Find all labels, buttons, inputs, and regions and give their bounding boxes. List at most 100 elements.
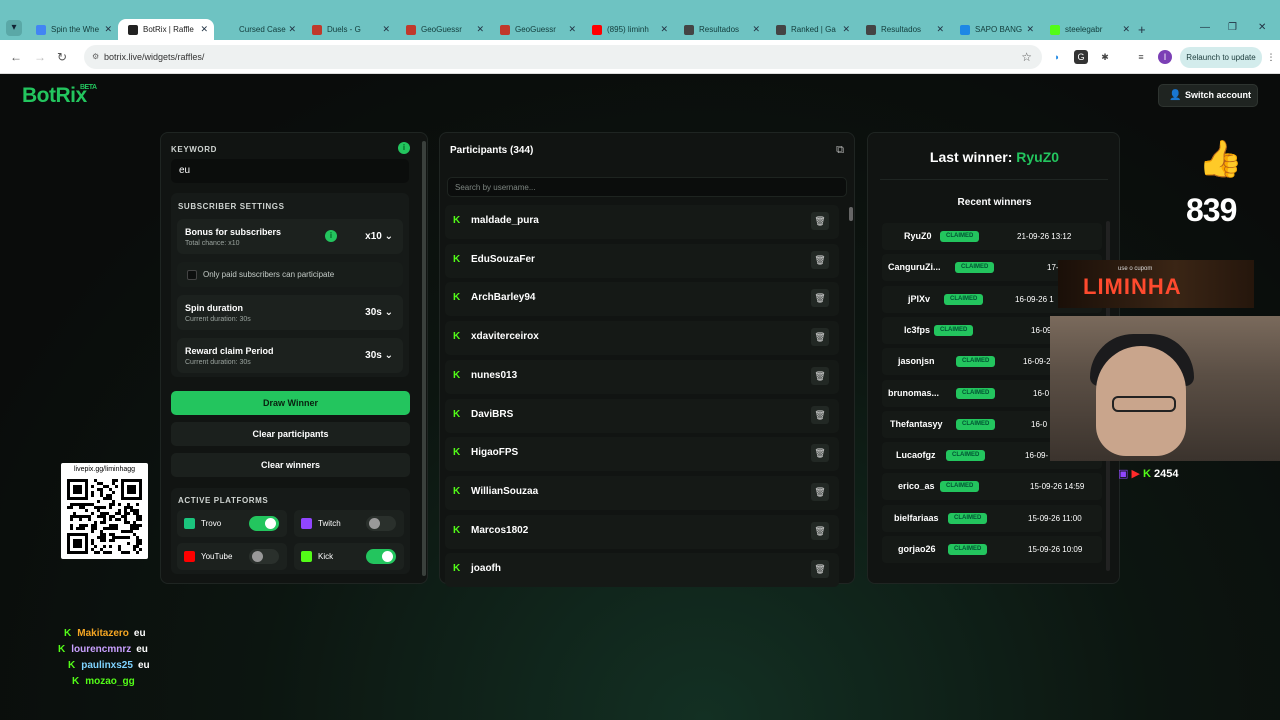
close-tab-icon[interactable]: ✕ — [936, 24, 944, 35]
close-tab-icon[interactable]: ✕ — [1026, 24, 1034, 35]
platform-toggle[interactable] — [366, 549, 396, 564]
browser-tab[interactable]: Spin the Whe ✕ — [26, 19, 118, 40]
close-tab-icon[interactable]: ✕ — [382, 24, 390, 35]
participant-search-input[interactable]: Search by username... — [447, 177, 847, 197]
copy-icon[interactable]: ⧉ — [836, 144, 844, 157]
bookmark-star-icon[interactable]: ☆ — [1021, 45, 1032, 69]
close-tab-icon[interactable]: ✕ — [752, 24, 760, 35]
winner-name: erico_as — [898, 481, 935, 492]
forward-icon[interactable]: → — [34, 50, 46, 64]
close-window-icon[interactable]: ✕ — [1258, 22, 1266, 33]
minimize-icon[interactable]: — — [1200, 22, 1210, 33]
participant-name: EduSouzaFer — [471, 253, 535, 265]
claimed-badge: CLAIMED — [948, 512, 988, 524]
winner-name: bielfariaas — [894, 512, 939, 523]
participants-title: Participants (344) — [450, 145, 534, 156]
platform-toggle[interactable] — [366, 516, 396, 531]
participant-name: maldade_pura — [471, 215, 539, 226]
tab-favicon-icon — [312, 24, 322, 35]
platform-toggle[interactable] — [249, 516, 279, 531]
reward-claim-dropdown[interactable]: 30s ⌄ — [365, 350, 393, 361]
back-icon[interactable]: ← — [10, 50, 22, 64]
bonus-dropdown[interactable]: x10 ⌄ — [365, 231, 393, 242]
claimed-badge: CLAIMED — [934, 324, 974, 336]
tab-label: Resultados — [881, 25, 922, 34]
browser-tab[interactable]: SAPO BANG ✕ — [950, 19, 1040, 40]
participant-row: K WillianSouzaa 🗑 — [445, 475, 839, 510]
kick-icon: K — [453, 331, 461, 343]
delete-icon[interactable]: 🗑 — [811, 521, 829, 540]
close-tab-icon[interactable]: ✕ — [104, 24, 112, 35]
close-tab-icon[interactable]: ✕ — [842, 24, 850, 35]
extensions-puzzle-icon[interactable]: ✱ — [1098, 50, 1112, 64]
delete-icon[interactable]: 🗑 — [811, 444, 829, 463]
browser-tab[interactable]: (895) liminh ✕ — [582, 19, 674, 40]
delete-icon[interactable]: 🗑 — [811, 560, 829, 579]
browser-tab[interactable]: GeoGuessr ✕ — [490, 19, 582, 40]
toggle-knob — [265, 518, 276, 529]
tab-label: BotRix | Raffle — [143, 25, 194, 34]
browser-menu-icon[interactable]: ⋮ — [1264, 50, 1278, 64]
browser-tab[interactable]: GeoGuessr ✕ — [396, 19, 490, 40]
browser-tab[interactable]: Cursed Case ✕ — [214, 19, 302, 40]
delete-icon[interactable]: 🗑 — [811, 289, 829, 308]
tab-favicon-icon — [776, 24, 786, 35]
participant-name: joaofh — [471, 563, 501, 575]
claimed-badge: CLAIMED — [956, 356, 996, 368]
participants-scrollbar[interactable] — [849, 207, 853, 221]
close-tab-icon[interactable]: ✕ — [1122, 24, 1130, 35]
extension-g-icon[interactable]: G — [1074, 50, 1088, 64]
raffle-settings-panel: KEYWORD i eu SUBSCRIBER SETTINGS Bonus f… — [160, 132, 428, 584]
new-tab-icon[interactable]: + — [1138, 22, 1146, 37]
spin-duration-dropdown[interactable]: 30s ⌄ — [365, 307, 393, 318]
claimed-badge: CLAIMED — [948, 544, 988, 555]
delete-icon[interactable]: 🗑 — [811, 405, 829, 424]
twitch-icon: ▣ — [1118, 468, 1129, 480]
botrix-logo[interactable]: BotRix BETA — [22, 84, 97, 108]
close-tab-icon[interactable]: ✕ — [660, 24, 668, 35]
switch-account-button[interactable]: 👤 Switch account — [1158, 84, 1258, 107]
close-tab-icon[interactable]: ✕ — [476, 24, 484, 35]
site-info-icon[interactable]: ⚙ — [92, 45, 99, 69]
participant-row: K ArchBarley94 🗑 — [445, 282, 839, 317]
settings-scrollbar[interactable] — [422, 141, 426, 576]
bonus-info-icon[interactable]: i — [325, 230, 337, 242]
browser-tab[interactable]: Duels - G ✕ — [302, 19, 396, 40]
browser-tab[interactable]: Resultados ✕ — [674, 19, 766, 40]
profile-avatar-icon[interactable]: I — [1158, 50, 1172, 64]
clear-winners-button[interactable]: Clear winners — [171, 453, 410, 477]
maximize-icon[interactable]: ❐ — [1228, 22, 1237, 33]
delete-icon[interactable]: 🗑 — [811, 328, 829, 347]
extension-audio-icon[interactable]: ◗ — [1050, 50, 1064, 64]
participant-name: xdaviterceirox — [471, 331, 539, 343]
delete-icon[interactable]: 🗑 — [811, 250, 829, 269]
reload-icon[interactable]: ↻ — [57, 50, 67, 64]
relaunch-button[interactable]: Relaunch to update — [1180, 47, 1262, 68]
tab-favicon-icon — [406, 24, 416, 35]
tab-favicon-icon — [36, 24, 46, 35]
delete-icon[interactable]: 🗑 — [811, 482, 829, 501]
delete-icon[interactable]: 🗑 — [811, 212, 829, 230]
winner-date: 16-09- — [1025, 451, 1049, 461]
tab-search-icon[interactable]: ▾ — [6, 20, 22, 36]
keyword-input[interactable]: eu — [171, 159, 409, 183]
info-icon[interactable]: i — [398, 142, 410, 154]
chat-text: eu — [136, 644, 148, 655]
browser-tab[interactable]: steelegabr ✕ — [1040, 19, 1136, 40]
close-tab-icon[interactable]: ✕ — [568, 24, 576, 35]
kick-icon: K — [453, 563, 461, 575]
platform-toggle[interactable] — [249, 549, 279, 564]
delete-icon[interactable]: 🗑 — [811, 366, 829, 385]
paid-only-row[interactable]: Only paid subscribers can participate — [177, 262, 403, 287]
close-tab-icon[interactable]: ✕ — [288, 24, 296, 35]
clear-participants-button[interactable]: Clear participants — [171, 422, 410, 446]
media-control-icon[interactable]: ≡ — [1134, 50, 1148, 64]
browser-tab[interactable]: Resultados ✕ — [856, 19, 950, 40]
platform-name: Twitch — [318, 519, 341, 528]
close-tab-icon[interactable]: ✕ — [200, 24, 208, 35]
draw-winner-button[interactable]: Draw Winner — [171, 391, 410, 415]
paid-only-checkbox[interactable] — [187, 270, 197, 280]
browser-tab[interactable]: Ranked | Ga ✕ — [766, 19, 856, 40]
browser-tab[interactable]: BotRix | Raffle ✕ — [118, 19, 214, 40]
url-field[interactable]: ⚙ botrix.live/widgets/raffles/ ☆ — [84, 45, 1042, 69]
